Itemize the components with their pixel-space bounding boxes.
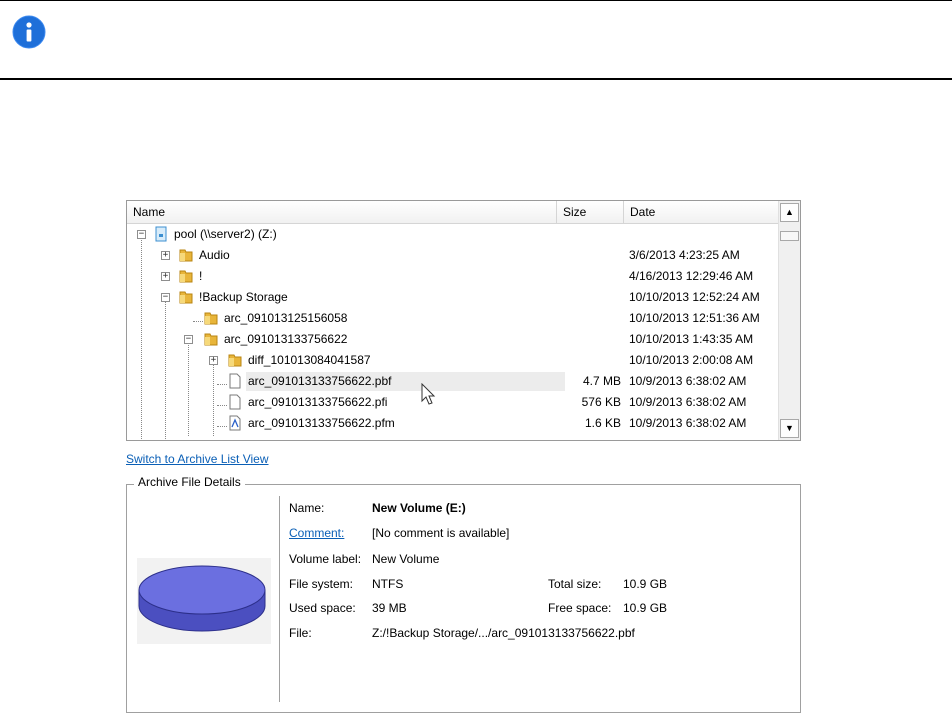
tree-item-label: arc_091013133756622.pfm (248, 416, 395, 430)
scroll-up-button[interactable]: ▲ (780, 203, 799, 222)
column-header-bar: Name Size Date (127, 201, 778, 224)
tree-row-exclaim[interactable]: + ! 4/16/2013 12:29:46 AM (127, 266, 778, 287)
tree-item-label: pool (\\server2) (Z:) (174, 227, 277, 241)
tree-item-label: diff_101013084041587 (248, 353, 371, 367)
tree-item-size: 4.7 MB (582, 374, 621, 388)
top-rule (0, 0, 952, 1)
used-space-value: 39 MB (372, 601, 407, 615)
folder-icon (179, 249, 193, 262)
disk-volume-icon (138, 565, 266, 632)
tree-item-label: !Backup Storage (199, 290, 288, 304)
tree-row-pfm[interactable]: arc_091013133756622.pfm 1.6 KB 10/9/2013… (127, 413, 778, 434)
file-icon (229, 394, 241, 410)
mouse-cursor-icon (421, 383, 436, 405)
tree-item-label: arc_091013133756622.pfi (248, 395, 388, 409)
tree-rows: − pool (\\server2) (Z:) + Audio 3/6/2013… (127, 224, 778, 440)
file-icon (229, 373, 241, 389)
file-system-label: File system: (289, 577, 354, 591)
tree-row-arc-2[interactable]: − arc_091013133756622 10/10/2013 1:43:35… (127, 329, 778, 350)
details-divider (279, 496, 280, 702)
tree-item-date: 10/9/2013 6:38:02 AM (629, 395, 747, 409)
comment-link[interactable]: Comment: (289, 526, 344, 540)
tree-item-size: 1.6 KB (584, 416, 621, 430)
tree-row-backup-storage[interactable]: − !Backup Storage 10/10/2013 12:52:24 AM (127, 287, 778, 308)
column-header-name[interactable]: Name (127, 201, 557, 223)
expand-toggle[interactable]: + (161, 251, 170, 260)
tree-item-label: Audio (199, 248, 230, 262)
total-size-label: Total size: (548, 577, 602, 591)
folder-icon (179, 291, 193, 304)
scroll-down-button[interactable]: ▼ (780, 419, 799, 438)
comment-value: [No comment is available] (372, 526, 510, 540)
section-rule (0, 78, 952, 80)
collapse-toggle[interactable]: − (137, 230, 146, 239)
scroll-thumb[interactable] (780, 231, 799, 241)
network-drive-icon (155, 226, 167, 242)
tree-item-size: 576 KB (581, 395, 621, 409)
column-header-size[interactable]: Size (557, 201, 624, 223)
folder-icon (228, 354, 242, 367)
file-system-value: NTFS (372, 577, 404, 591)
name-label: Name: (289, 501, 325, 515)
tree-row-audio[interactable]: + Audio 3/6/2013 4:23:25 AM (127, 245, 778, 266)
tree-item-date: 10/10/2013 2:00:08 AM (629, 353, 754, 367)
tree-item-date: 10/10/2013 1:43:35 AM (629, 332, 754, 346)
free-space-value: 10.9 GB (623, 601, 668, 615)
tree-item-date: 4/16/2013 12:29:46 AM (629, 269, 754, 283)
group-label: Archive File Details (134, 475, 245, 489)
total-size-value: 10.9 GB (623, 577, 668, 591)
tree-item-label: ! (199, 269, 203, 283)
tree-row-arc-1[interactable]: arc_091013125156058 10/10/2013 12:51:36 … (127, 308, 778, 329)
tree-row-pool[interactable]: − pool (\\server2) (Z:) (127, 224, 778, 245)
switch-to-archive-list-view-link[interactable]: Switch to Archive List View (126, 452, 269, 466)
folder-icon (204, 333, 218, 346)
file-path-value: Z:/!Backup Storage/.../arc_0910131337566… (372, 626, 635, 640)
name-value: New Volume (E:) (372, 501, 466, 515)
volume-label-value: New Volume (372, 552, 440, 566)
tree-row-pfi[interactable]: arc_091013133756622.pfi 576 KB 10/9/2013… (127, 392, 778, 413)
column-header-date[interactable]: Date (624, 201, 778, 223)
used-space-label: Used space: (289, 601, 356, 615)
file-label: File: (289, 626, 312, 640)
tree-item-date: 10/9/2013 6:38:02 AM (629, 374, 747, 388)
folder-icon (179, 270, 193, 283)
collapse-toggle[interactable]: − (161, 293, 170, 302)
vertical-scrollbar[interactable]: ▲ ▼ (778, 201, 800, 440)
tree-item-date: 10/9/2013 6:38:02 AM (629, 416, 747, 430)
expand-toggle[interactable]: + (209, 356, 218, 365)
tree-item-date: 10/10/2013 12:52:24 AM (629, 290, 760, 304)
tree-item-date: 3/6/2013 4:23:25 AM (629, 248, 740, 262)
collapse-toggle[interactable]: − (184, 335, 193, 344)
free-space-label: Free space: (548, 601, 612, 615)
tree-row-diff[interactable]: + diff_101013084041587 10/10/2013 2:00:0… (127, 350, 778, 371)
tree-item-label: arc_091013133756622 (224, 332, 348, 346)
tree-item-label: arc_091013133756622.pbf (246, 372, 565, 391)
tree-row-pbf[interactable]: arc_091013133756622.pbf 4.7 MB 10/9/2013… (127, 371, 778, 392)
tree-item-label: arc_091013125156058 (224, 311, 348, 325)
volume-label-label: Volume label: (289, 552, 362, 566)
info-icon (12, 15, 46, 49)
font-file-icon (229, 415, 241, 431)
archive-tree-view[interactable]: Name Size Date − pool (\\server2) (Z:) + (126, 200, 801, 441)
expand-toggle[interactable]: + (161, 272, 170, 281)
tree-item-date: 10/10/2013 12:51:36 AM (629, 311, 760, 325)
folder-icon (204, 312, 218, 325)
